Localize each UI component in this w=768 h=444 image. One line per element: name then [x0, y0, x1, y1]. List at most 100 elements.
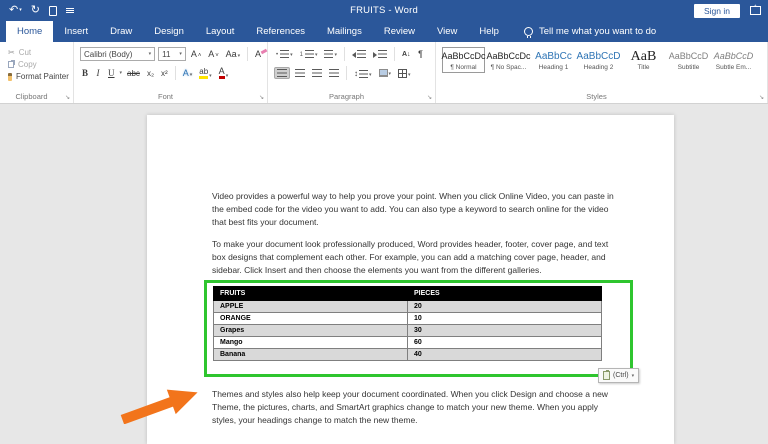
underline-label: U	[108, 68, 115, 78]
numbering-button[interactable]: 1 ▾	[298, 49, 320, 59]
superscript-button[interactable]: x²	[159, 68, 170, 79]
font-group: Calibri (Body) ▾ 11 ▾ A A Aa▾ A B I U ▾ …	[74, 42, 268, 103]
tab-review[interactable]: Review	[373, 21, 426, 42]
clear-formatting-button[interactable]: A	[253, 48, 263, 60]
subscript-button[interactable]: x₂	[145, 68, 156, 79]
justify-button[interactable]	[327, 68, 341, 78]
show-hide-pilcrow-button[interactable]: ¶	[416, 48, 426, 60]
multilevel-list-button[interactable]: ▾	[322, 49, 339, 59]
bullets-button[interactable]: • ▾	[274, 49, 295, 59]
redo-icon[interactable]: ↻	[31, 5, 40, 16]
style-normal[interactable]: AaBbCcDc ¶ Normal	[442, 47, 486, 73]
tab-view[interactable]: View	[426, 21, 468, 42]
title-bar: ↶▾ ↻ FRUITS - Word Sign in	[0, 0, 768, 21]
cell-pieces[interactable]: 60	[407, 336, 602, 349]
cell-pieces[interactable]: 20	[407, 300, 602, 313]
new-document-icon[interactable]	[48, 5, 57, 16]
tab-design[interactable]: Design	[143, 21, 195, 42]
align-left-icon	[277, 69, 287, 77]
text-highlight-button[interactable]: ab ▾	[197, 66, 213, 80]
copy-label: Copy	[18, 60, 37, 69]
tab-draw[interactable]: Draw	[99, 21, 143, 42]
tab-layout[interactable]: Layout	[195, 21, 246, 42]
style-no-spacing[interactable]: AaBbCcDc ¶ No Spac...	[486, 47, 531, 73]
decrease-indent-button[interactable]	[350, 49, 368, 59]
paragraph-group-label: Paragraph	[328, 92, 365, 101]
line-spacing-icon	[359, 69, 368, 78]
cell-pieces[interactable]: 30	[407, 324, 602, 337]
sign-in-button[interactable]: Sign in	[694, 3, 740, 18]
tab-mailings[interactable]: Mailings	[316, 21, 373, 42]
cell-fruit[interactable]: Banana	[213, 348, 408, 361]
bold-button[interactable]: B	[80, 67, 90, 79]
underline-caret-icon[interactable]: ▾	[120, 70, 123, 76]
italic-button[interactable]: I	[93, 67, 103, 79]
styles-dialog-launcher-icon[interactable]: ↘	[759, 95, 764, 101]
paste-options-button[interactable]: (Ctrl) ▾	[598, 368, 640, 383]
customize-quick-access-icon[interactable]	[65, 8, 74, 13]
cut-button[interactable]: ✂ Cut	[8, 48, 69, 57]
clipboard-dialog-launcher-icon[interactable]: ↘	[65, 95, 70, 101]
increase-indent-button[interactable]	[371, 49, 389, 59]
text-effects-button[interactable]: A ▾	[181, 67, 195, 79]
format-painter-icon	[8, 72, 12, 81]
align-center-button[interactable]	[293, 68, 307, 78]
chevron-down-icon: ▾	[148, 51, 152, 57]
header-fruits[interactable]: FRUITS	[213, 286, 408, 301]
align-left-button[interactable]	[274, 67, 290, 79]
style-subtitle[interactable]: AaBbCcD Subtitle	[667, 47, 710, 73]
style-heading-1[interactable]: AaBbCc Heading 1	[532, 47, 575, 73]
grow-font-button[interactable]: A	[189, 48, 203, 60]
numbered-list-icon	[304, 50, 314, 58]
tell-me-box[interactable]: Tell me what you want to do	[523, 21, 656, 42]
shading-button[interactable]: ▾	[377, 68, 394, 78]
style-subtle-emphasis[interactable]: AaBbCcD Subtle Em...	[712, 47, 755, 73]
cell-pieces[interactable]: 10	[407, 312, 602, 325]
cell-pieces[interactable]: 40	[407, 348, 602, 361]
strikethrough-button[interactable]: abc	[125, 68, 142, 79]
line-spacing-button[interactable]: ↕ ▾	[352, 68, 374, 79]
cell-fruit[interactable]: Mango	[213, 336, 408, 349]
copy-button[interactable]: Copy	[8, 60, 69, 69]
change-case-button[interactable]: Aa ▾	[224, 48, 242, 60]
style-sample: AaBbCcDc	[486, 51, 531, 61]
styles-group-label: Styles	[586, 92, 607, 101]
tab-insert[interactable]: Insert	[53, 21, 99, 42]
tab-references[interactable]: References	[245, 21, 316, 42]
tab-help[interactable]: Help	[468, 21, 510, 42]
header-pieces[interactable]: PIECES	[407, 286, 602, 301]
paragraph-3[interactable]: Themes and styles also help keep your do…	[212, 388, 619, 427]
ribbon-display-options-icon[interactable]	[750, 5, 761, 15]
cell-fruit[interactable]: Grapes	[213, 324, 408, 337]
style-sample: AaB	[630, 49, 657, 64]
document-page[interactable]: Video provides a powerful way to help yo…	[147, 115, 674, 444]
font-name-select[interactable]: Calibri (Body) ▾	[80, 47, 156, 61]
style-title[interactable]: AaB Title	[622, 47, 665, 73]
style-heading-2[interactable]: AaBbCcD Heading 2	[577, 47, 621, 73]
paragraph-2[interactable]: To make your document look professionall…	[212, 238, 619, 277]
paragraph-1[interactable]: Video provides a powerful way to help yo…	[212, 190, 619, 229]
cell-fruit[interactable]: ORANGE	[213, 312, 408, 325]
borders-button[interactable]: ▾	[396, 68, 413, 79]
font-size-select[interactable]: 11 ▾	[158, 47, 186, 61]
sort-button[interactable]: A↓	[400, 50, 413, 59]
paste-options-label: (Ctrl)	[613, 372, 629, 379]
font-color-icon: A	[218, 67, 225, 79]
style-sample: AaBbCcD	[713, 51, 754, 61]
tab-home[interactable]: Home	[6, 21, 54, 42]
font-dialog-launcher-icon[interactable]: ↘	[259, 95, 264, 101]
align-right-icon	[312, 69, 322, 77]
cell-fruit[interactable]: APPLE	[213, 300, 408, 313]
clipboard-group: ✂ Cut Copy Format Painter Clipboard ↘	[0, 42, 74, 103]
fruits-table[interactable]: FRUITS PIECES APPLE 20 ORANGE 10 Grapes …	[213, 286, 602, 361]
underline-button[interactable]: U	[106, 67, 117, 79]
copy-icon	[8, 61, 14, 68]
paragraph-dialog-launcher-icon[interactable]: ↘	[427, 95, 432, 101]
shrink-font-button[interactable]: A	[206, 48, 220, 60]
align-right-button[interactable]	[310, 68, 324, 78]
format-painter-button[interactable]: Format Painter	[8, 72, 69, 81]
styles-group: AaBbCcDc ¶ Normal AaBbCcDc ¶ No Spac... …	[436, 42, 768, 103]
table-highlight-box: FRUITS PIECES APPLE 20 ORANGE 10 Grapes …	[204, 280, 633, 377]
undo-icon[interactable]: ↶▾	[9, 5, 22, 16]
font-color-button[interactable]: A ▾	[217, 66, 231, 80]
